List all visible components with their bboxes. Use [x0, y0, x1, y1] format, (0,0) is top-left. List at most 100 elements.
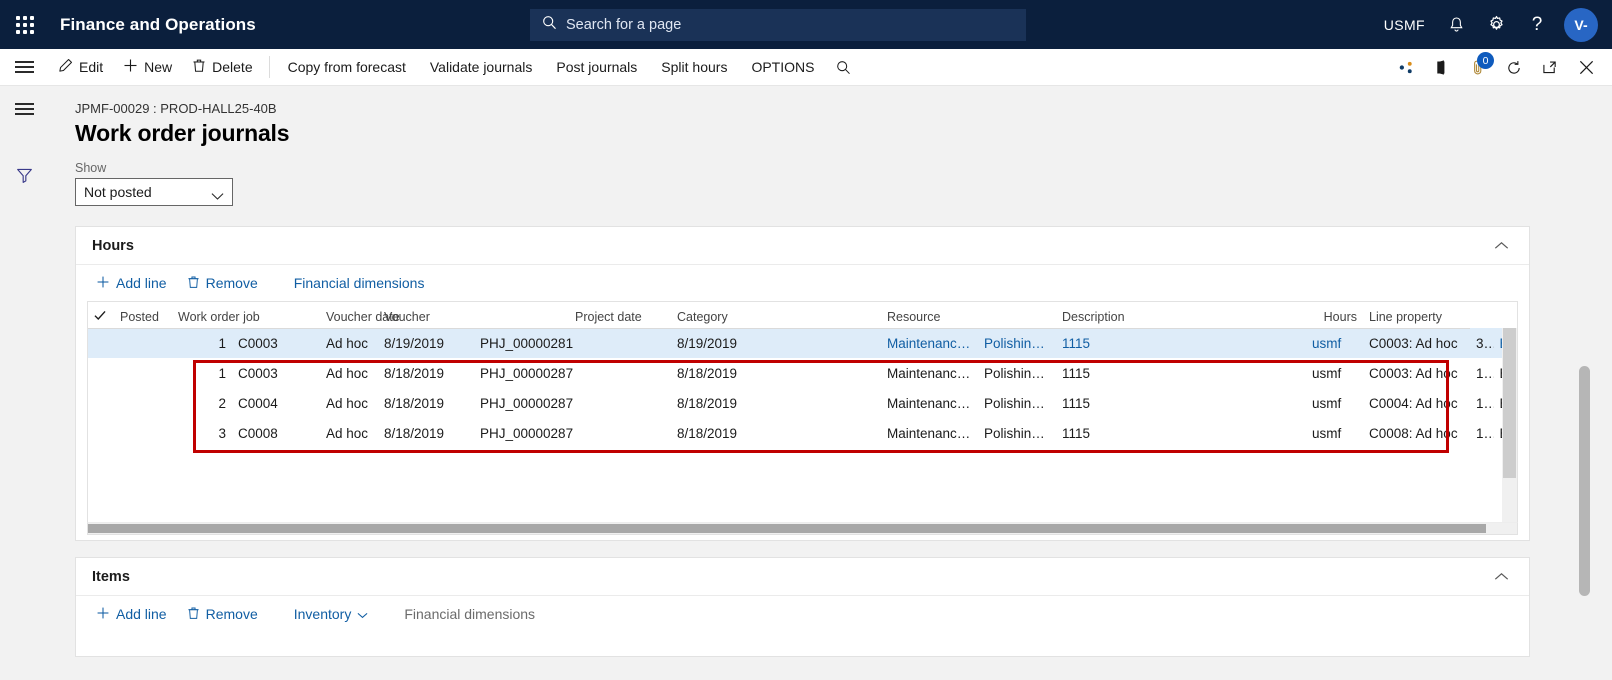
- column-header-line-property[interactable]: Line property: [1363, 302, 1470, 329]
- cell-voucher[interactable]: PHJ_00000287: [474, 388, 671, 418]
- cell-resource[interactable]: Polishing w...: [978, 358, 1056, 388]
- cell-resource-id[interactable]: 1115: [1056, 358, 1306, 388]
- chevron-up-icon[interactable]: [1490, 564, 1513, 590]
- global-search-box[interactable]: Search for a page: [530, 9, 1026, 41]
- column-header-hours[interactable]: Hours: [1306, 302, 1363, 329]
- cell-resource-id[interactable]: 1115: [1056, 418, 1306, 448]
- question-mark-icon[interactable]: ?: [1517, 0, 1557, 49]
- column-header-category[interactable]: Category: [671, 302, 881, 329]
- hours-grid-vertical-scrollbar[interactable]: [1502, 328, 1517, 522]
- cell-hours[interactable]: 1.00: [1470, 418, 1494, 448]
- column-header-work-order-job[interactable]: Work order job: [172, 302, 320, 329]
- hamburger-menu-icon[interactable]: [0, 49, 48, 86]
- column-header-posted[interactable]: Posted: [114, 302, 172, 329]
- row-checkbox[interactable]: [88, 328, 114, 358]
- filter-funnel-icon[interactable]: [0, 152, 48, 198]
- cell-voucher-date[interactable]: 8/18/2019: [378, 358, 474, 388]
- cell-project-date[interactable]: 8/19/2019: [671, 328, 881, 358]
- cell-category[interactable]: Maintenance hours: [881, 358, 978, 388]
- share-icon[interactable]: [1388, 49, 1424, 86]
- cell-legal-entity[interactable]: usmf: [1306, 358, 1363, 388]
- scrollbar-thumb[interactable]: [1503, 328, 1516, 478]
- table-row[interactable]: 2 C0004 Ad hoc 8/18/2019 PHJ_00000287 8/…: [88, 388, 1517, 418]
- cell-voucher-date[interactable]: 8/19/2019: [378, 328, 474, 358]
- options-button[interactable]: OPTIONS: [739, 49, 826, 86]
- cell-voucher[interactable]: PHJ_00000281: [474, 328, 671, 358]
- cell-category[interactable]: Maintenance hours: [881, 418, 978, 448]
- cell-legal-entity[interactable]: usmf: [1306, 388, 1363, 418]
- cell-resource[interactable]: Polishing w...: [978, 388, 1056, 418]
- table-row[interactable]: 3 C0008 Ad hoc 8/18/2019 PHJ_00000287 8/…: [88, 418, 1517, 448]
- items-inventory-menu-button[interactable]: Inventory: [286, 600, 377, 628]
- cell-voucher[interactable]: PHJ_00000287: [474, 358, 671, 388]
- cell-job-type[interactable]: Ad hoc: [320, 388, 378, 418]
- avatar[interactable]: V-: [1564, 7, 1598, 42]
- scrollbar-thumb[interactable]: [1579, 366, 1590, 596]
- row-checkbox[interactable]: [88, 388, 114, 418]
- attachments-icon[interactable]: 0: [1460, 49, 1496, 86]
- cell-description[interactable]: C0003: Ad hoc: [1363, 328, 1470, 358]
- page-vertical-scrollbar[interactable]: [1579, 181, 1590, 680]
- cell-voucher[interactable]: PHJ_00000287: [474, 418, 671, 448]
- cell-resource-id[interactable]: 1115: [1056, 388, 1306, 418]
- cell-work-order-job[interactable]: C0003: [232, 358, 320, 388]
- cell-project-date[interactable]: 8/18/2019: [671, 418, 881, 448]
- cell-category[interactable]: Maintenance hours: [881, 328, 978, 358]
- cell-description[interactable]: C0004: Ad hoc: [1363, 388, 1470, 418]
- cell-project-date[interactable]: 8/18/2019: [671, 388, 881, 418]
- cell-hours[interactable]: 3.00: [1470, 328, 1494, 358]
- open-in-office-icon[interactable]: [1424, 49, 1460, 86]
- items-add-line-button[interactable]: Add line: [88, 600, 175, 628]
- column-header-voucher-date[interactable]: Voucher date: [320, 302, 400, 329]
- gear-icon[interactable]: [1476, 0, 1517, 49]
- edit-button[interactable]: Edit: [48, 49, 113, 86]
- cell-job-type[interactable]: Ad hoc: [320, 418, 378, 448]
- cell-legal-entity[interactable]: usmf: [1306, 418, 1363, 448]
- chevron-up-icon[interactable]: [1490, 233, 1513, 259]
- column-header-description[interactable]: Description: [1056, 302, 1306, 329]
- hours-remove-button[interactable]: Remove: [179, 269, 266, 297]
- items-remove-button[interactable]: Remove: [179, 600, 266, 628]
- toolbar-search-icon[interactable]: [826, 49, 861, 86]
- hours-add-line-button[interactable]: Add line: [88, 269, 175, 297]
- validate-journals-button[interactable]: Validate journals: [418, 49, 544, 86]
- cell-hours[interactable]: 1.00: [1470, 388, 1494, 418]
- row-checkbox[interactable]: [88, 418, 114, 448]
- column-header-resource[interactable]: Resource: [881, 302, 1056, 329]
- cell-work-order-job[interactable]: C0004: [232, 388, 320, 418]
- refresh-icon[interactable]: [1496, 49, 1532, 86]
- column-header-voucher[interactable]: Voucher: [378, 302, 569, 329]
- cell-description[interactable]: C0008: Ad hoc: [1363, 418, 1470, 448]
- company-selector[interactable]: USMF: [1373, 0, 1436, 49]
- copy-from-forecast-button[interactable]: Copy from forecast: [276, 49, 418, 86]
- items-financial-dimensions-button[interactable]: Financial dimensions: [396, 600, 543, 628]
- cell-category[interactable]: Maintenance hours: [881, 388, 978, 418]
- cell-work-order-job[interactable]: C0003: [232, 328, 320, 358]
- hours-financial-dimensions-button[interactable]: Financial dimensions: [286, 269, 433, 297]
- post-journals-button[interactable]: Post journals: [544, 49, 649, 86]
- show-filter-select[interactable]: Not posted: [75, 178, 233, 206]
- table-row[interactable]: 1 C0003 Ad hoc 8/18/2019 PHJ_00000287 8/…: [88, 358, 1517, 388]
- row-checkbox[interactable]: [88, 358, 114, 388]
- cell-description[interactable]: C0003: Ad hoc: [1363, 358, 1470, 388]
- bell-icon[interactable]: [1436, 0, 1476, 49]
- cell-project-date[interactable]: 8/18/2019: [671, 358, 881, 388]
- delete-button[interactable]: Delete: [182, 49, 262, 86]
- close-icon[interactable]: [1568, 49, 1604, 86]
- cell-job-type[interactable]: Ad hoc: [320, 358, 378, 388]
- table-row[interactable]: 1 C0003 Ad hoc 8/19/2019 PHJ_00000281 8/…: [88, 328, 1517, 358]
- cell-hours[interactable]: 1.00: [1470, 358, 1494, 388]
- popout-icon[interactable]: [1532, 49, 1568, 86]
- scrollbar-thumb[interactable]: [88, 524, 1486, 533]
- cell-work-order-job[interactable]: C0008: [232, 418, 320, 448]
- cell-job-type[interactable]: Ad hoc: [320, 328, 378, 358]
- rail-menu-icon[interactable]: [0, 86, 48, 132]
- cell-legal-entity[interactable]: usmf: [1306, 328, 1363, 358]
- cell-resource[interactable]: Polishing w...: [978, 328, 1056, 358]
- hours-grid-horizontal-scrollbar[interactable]: [87, 522, 1518, 535]
- select-all-column-header[interactable]: [88, 302, 114, 329]
- cell-voucher-date[interactable]: 8/18/2019: [378, 418, 474, 448]
- new-button[interactable]: New: [113, 49, 182, 86]
- app-launcher-icon[interactable]: [0, 0, 49, 49]
- column-header-project-date[interactable]: Project date: [569, 302, 671, 329]
